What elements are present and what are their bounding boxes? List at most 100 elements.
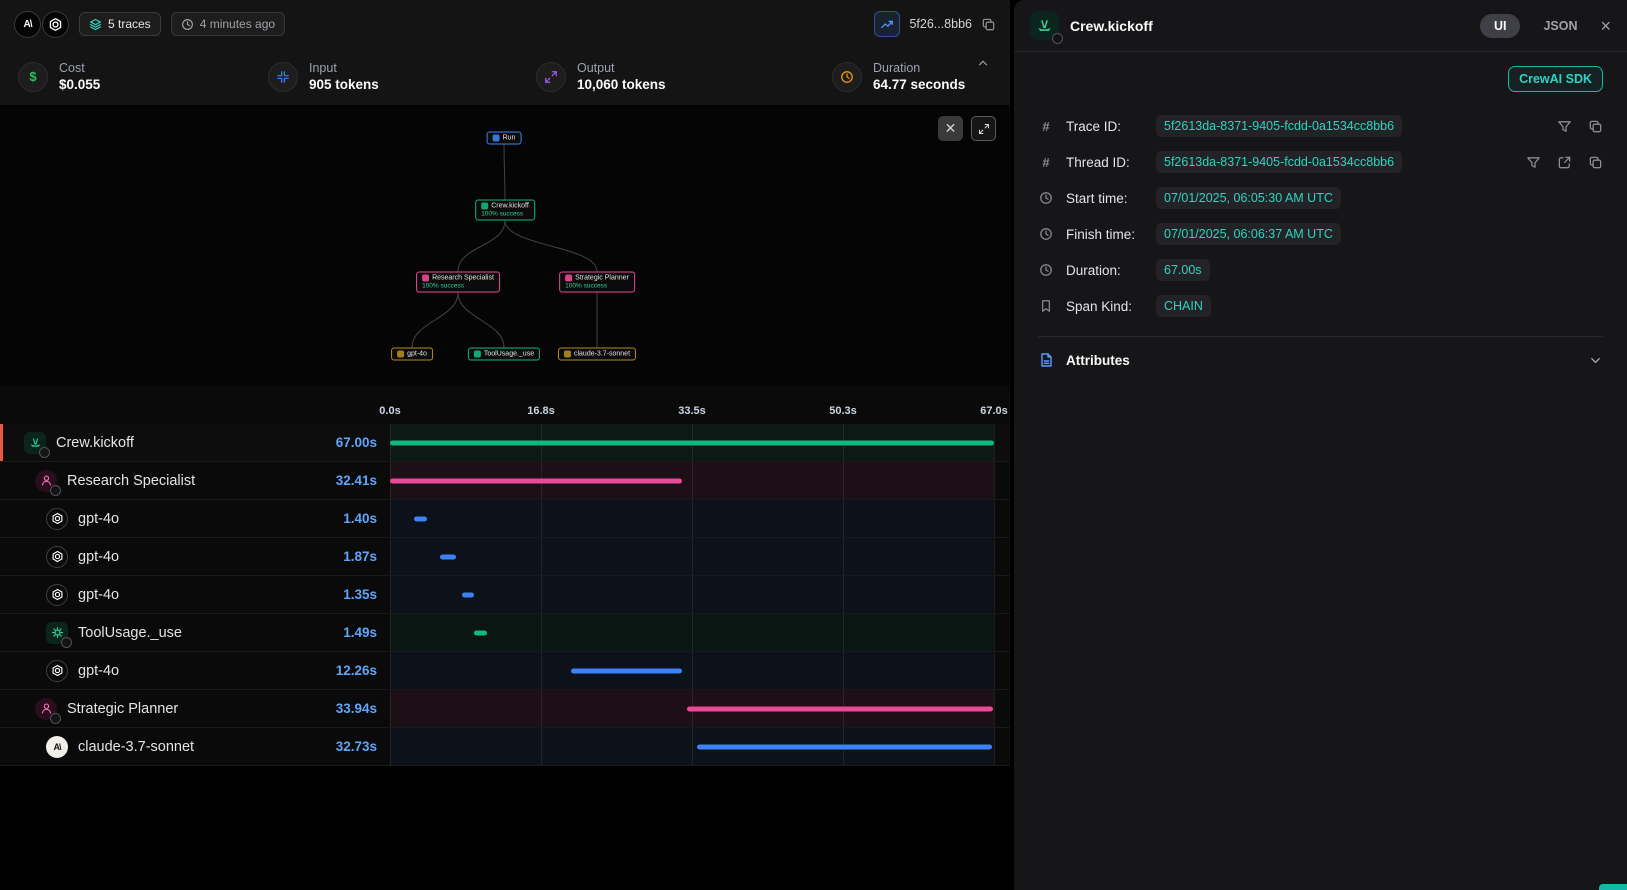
filter-icon[interactable]: [1557, 119, 1572, 134]
crew-logo-icon: [1036, 17, 1053, 34]
graph-node-research[interactable]: Research Specialist100% success: [416, 272, 500, 293]
graph-expand-button[interactable]: [971, 116, 996, 141]
trace-panel: A\ 5 traces 4 minutes ago 5f26...8bb6 $C…: [0, 0, 1010, 890]
openai-icon: [46, 508, 68, 530]
detail-title: Crew.kickoff: [1070, 18, 1153, 34]
expand-icon: [978, 123, 990, 135]
provider-badge: [50, 485, 61, 496]
node-status-badge: 100% success: [422, 283, 494, 290]
stat-cost: $Cost$0.055: [18, 61, 268, 92]
span-duration: 32.41s: [336, 473, 377, 488]
attributes-label: Attributes: [1066, 353, 1130, 368]
span-row[interactable]: gpt-4o1.87s: [0, 538, 1010, 576]
attributes-section-header[interactable]: Attributes: [1038, 336, 1603, 383]
span-bar: [390, 440, 994, 445]
span-row[interactable]: gpt-4o1.35s: [0, 576, 1010, 614]
tool-icon: [46, 622, 68, 644]
span-row[interactable]: gpt-4o1.40s: [0, 500, 1010, 538]
span-track: [390, 576, 994, 613]
node-label: Strategic Planner: [575, 275, 629, 282]
collapse-stats-chevron-up-icon[interactable]: [976, 56, 990, 70]
span-bar: [474, 630, 487, 635]
span-track: [390, 462, 994, 499]
field-value: 07/01/2025, 06:06:37 AM UTC: [1156, 223, 1341, 245]
span-row[interactable]: A\claude-3.7-sonnet32.73s: [0, 728, 1010, 766]
span-bar: [440, 554, 457, 559]
node-label: Research Specialist: [432, 275, 494, 282]
span-bar: [687, 706, 993, 711]
span-row[interactable]: gpt-4o12.26s: [0, 652, 1010, 690]
metrics-button[interactable]: [874, 11, 900, 37]
detail-header: Crew.kickoff UI JSON ×: [1014, 0, 1627, 51]
span-row[interactable]: Strategic Planner33.94s: [0, 690, 1010, 728]
duration-icon: [832, 62, 862, 92]
graph-node-strategic[interactable]: Strategic Planner100% success: [559, 272, 635, 293]
close-icon[interactable]: ×: [1600, 17, 1611, 35]
graph-close-button[interactable]: ✕: [938, 116, 963, 141]
tab-ui[interactable]: UI: [1480, 14, 1521, 38]
node-label: Crew.kickoff: [491, 203, 529, 210]
span-duration: 32.73s: [336, 739, 377, 754]
copy-icon[interactable]: [1588, 155, 1603, 170]
stat-value: $0.055: [59, 77, 100, 92]
graph-node-run[interactable]: Run: [487, 132, 522, 145]
detail-panel: Crew.kickoff UI JSON × CrewAI SDK #Trace…: [1014, 0, 1627, 890]
stat-value: 10,060 tokens: [577, 77, 666, 92]
trace-id-short: 5f26...8bb6: [909, 17, 972, 31]
clock-icon: [181, 18, 194, 31]
detail-field: #Trace ID:5f2613da-8371-9405-fcdd-0a1534…: [1038, 108, 1603, 144]
stat-label: Cost: [59, 61, 100, 75]
span-row[interactable]: Crew.kickoff 67.00s: [0, 424, 1010, 462]
node-type-icon: [564, 351, 571, 358]
timeline-axis: 0.0s16.8s33.5s50.3s67.0s: [0, 386, 1010, 424]
node-type-icon: [565, 275, 572, 282]
graph-edges: [0, 105, 1010, 386]
span-duration: 33.94s: [336, 701, 377, 716]
span-track: [390, 538, 994, 575]
span-row[interactable]: ToolUsage._use1.49s: [0, 614, 1010, 652]
detail-field: Span Kind:CHAIN: [1038, 288, 1603, 324]
clock-icon: [1038, 262, 1054, 278]
span-row[interactable]: Research Specialist 32.41s: [0, 462, 1010, 500]
span-name: Crew.kickoff: [56, 435, 134, 451]
stats-row: $Cost$0.055Input905 tokensOutput10,060 t…: [0, 48, 1010, 105]
axis-tick-label: 50.3s: [829, 405, 857, 417]
filter-icon[interactable]: [1526, 155, 1541, 170]
field-value: 07/01/2025, 06:05:30 AM UTC: [1156, 187, 1341, 209]
graph-node-crew[interactable]: Crew.kickoff100% success: [475, 200, 535, 221]
graph-node-claude[interactable]: claude-3.7-sonnet: [558, 348, 636, 361]
openai-icon: [46, 584, 68, 606]
span-duration: 67.00s: [336, 435, 377, 450]
output-tokens-icon: [536, 62, 566, 92]
graph-node-tool[interactable]: ToolUsage._use: [468, 348, 540, 361]
sdk-badge[interactable]: CrewAI SDK: [1508, 66, 1603, 92]
provider-badge: [50, 713, 61, 724]
span-duration: 1.49s: [343, 625, 377, 640]
node-label: ToolUsage._use: [484, 351, 534, 358]
span-duration: 1.40s: [343, 511, 377, 526]
axis-tick-label: 0.0s: [379, 405, 400, 417]
trace-age-badge[interactable]: 4 minutes ago: [171, 12, 285, 36]
span-bar: [571, 668, 682, 673]
span-duration: 1.35s: [343, 587, 377, 602]
axis-tick-label: 16.8s: [527, 405, 555, 417]
anthropic-icon: A\: [46, 736, 68, 758]
span-name: Research Specialist: [67, 473, 195, 489]
copy-icon[interactable]: [981, 17, 996, 32]
stat-label: Duration: [873, 61, 965, 75]
span-name: gpt-4o: [78, 663, 119, 679]
stat-duration: Duration64.77 seconds: [832, 61, 992, 92]
provider-badge: [61, 637, 72, 648]
axis-tick-label: 67.0s: [980, 405, 1008, 417]
trace-age-label: 4 minutes ago: [200, 17, 275, 31]
chat-widget[interactable]: [1599, 884, 1627, 890]
copy-icon[interactable]: [1588, 119, 1603, 134]
span-bar: [462, 592, 474, 597]
stat-label: Input: [309, 61, 379, 75]
graph-node-gpt[interactable]: gpt-4o: [391, 348, 433, 361]
detail-field: #Thread ID:5f2613da-8371-9405-fcdd-0a153…: [1038, 144, 1603, 180]
tab-json[interactable]: JSON: [1543, 19, 1577, 33]
traces-count-badge[interactable]: 5 traces: [79, 12, 161, 36]
hash-icon: #: [1038, 154, 1054, 170]
external-link-icon[interactable]: [1557, 155, 1572, 170]
